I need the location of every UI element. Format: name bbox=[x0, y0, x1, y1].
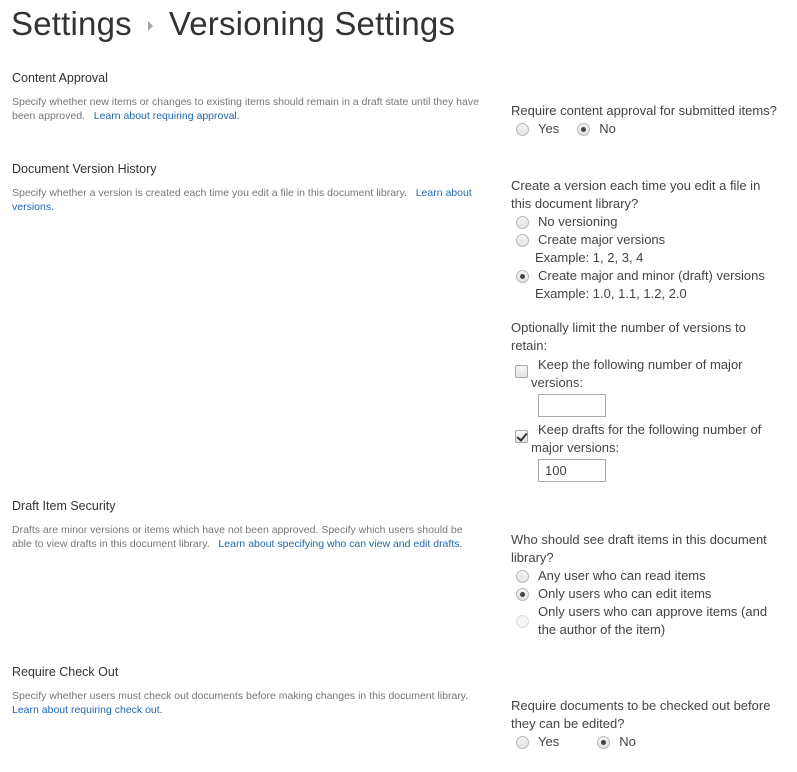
description-text: Specify whether users must check out doc… bbox=[12, 690, 469, 702]
learn-about-approval-link[interactable]: Learn about requiring approval. bbox=[94, 110, 240, 122]
check-out-options: Require documents to be checked out befo… bbox=[511, 697, 781, 751]
keep-drafts-label-line1: Keep drafts for the following number of bbox=[538, 422, 762, 437]
question-label: Require documents to be checked out befo… bbox=[511, 698, 771, 731]
description-text: Specify whether new items or changes to … bbox=[12, 96, 479, 122]
approvers-only-radio bbox=[516, 614, 529, 628]
option-label: No bbox=[619, 734, 636, 749]
learn-about-drafts-link[interactable]: Learn about specifying who can view and … bbox=[218, 538, 462, 550]
content-approval-options: Require content approval for submitted i… bbox=[511, 102, 791, 138]
keep-major-label-line1: Keep the following number of major bbox=[538, 357, 743, 372]
option-label: Only users who can approve items (and th… bbox=[538, 604, 768, 637]
major-minor-versions-option[interactable]: Create major and minor (draft) versions bbox=[511, 267, 781, 285]
approval-yes-radio[interactable] bbox=[516, 122, 529, 136]
triangle-right-icon bbox=[147, 21, 153, 31]
section-description: Specify whether users must check out doc… bbox=[12, 689, 482, 717]
example-text: Example: 1.0, 1.1, 1.2, 2.0 bbox=[535, 286, 687, 301]
limit-question-label: Optionally limit the number of versions … bbox=[511, 320, 746, 353]
keep-drafts-checkbox[interactable] bbox=[515, 430, 528, 443]
any-reader-radio[interactable] bbox=[516, 569, 529, 583]
no-versioning-radio[interactable] bbox=[516, 215, 529, 229]
major-versions-option[interactable]: Create major versions bbox=[511, 231, 781, 249]
description-text: Specify whether a version is created eac… bbox=[12, 187, 407, 199]
breadcrumb: Settings Versioning Settings bbox=[11, 2, 455, 46]
page-title: Versioning Settings bbox=[168, 5, 456, 42]
question-label: Require content approval for submitted i… bbox=[511, 103, 777, 118]
keep-major-count-input[interactable] bbox=[538, 394, 606, 417]
section-title: Content Approval bbox=[12, 71, 108, 85]
section-title: Draft Item Security bbox=[12, 499, 116, 513]
version-history-section: Document Version History Specify whether… bbox=[12, 161, 482, 214]
option-label: No bbox=[599, 121, 616, 136]
approval-yes-option[interactable]: Yes bbox=[511, 120, 559, 138]
major-minor-versions-radio[interactable] bbox=[516, 269, 529, 283]
option-label: Yes bbox=[538, 121, 560, 136]
section-description: Specify whether a version is created eac… bbox=[12, 186, 482, 214]
section-title: Require Check Out bbox=[12, 665, 119, 679]
check-out-section: Require Check Out Specify whether users … bbox=[12, 664, 482, 717]
keep-major-checkbox[interactable] bbox=[515, 365, 528, 378]
editors-only-radio[interactable] bbox=[516, 587, 529, 601]
keep-drafts-label-line2: major versions: bbox=[531, 440, 620, 455]
option-label: Yes bbox=[538, 734, 560, 749]
example-text: Example: 1, 2, 3, 4 bbox=[535, 250, 644, 265]
any-reader-option[interactable]: Any user who can read items bbox=[511, 567, 773, 585]
approval-no-radio[interactable] bbox=[577, 122, 591, 136]
option-label: Any user who can read items bbox=[538, 568, 706, 583]
keep-drafts-block: Keep drafts for the following number of … bbox=[511, 421, 781, 482]
checkout-yes-radio[interactable] bbox=[516, 735, 529, 749]
question-label: Who should see draft items in this docum… bbox=[511, 532, 767, 565]
approval-no-option[interactable]: No bbox=[572, 120, 616, 138]
option-label: Only users who can edit items bbox=[538, 586, 712, 601]
no-versioning-option[interactable]: No versioning bbox=[511, 213, 781, 231]
question-label: Create a version each time you edit a fi… bbox=[511, 178, 761, 211]
checkout-yes-option[interactable]: Yes bbox=[511, 733, 559, 751]
version-history-options: Create a version each time you edit a fi… bbox=[511, 177, 781, 482]
editors-only-option[interactable]: Only users who can edit items bbox=[511, 585, 773, 603]
section-title: Document Version History bbox=[12, 162, 157, 176]
major-versions-radio[interactable] bbox=[516, 233, 529, 247]
keep-major-block: Keep the following number of major versi… bbox=[511, 356, 781, 417]
checkout-no-option[interactable]: No bbox=[592, 733, 636, 751]
breadcrumb-settings-link[interactable]: Settings bbox=[11, 5, 132, 43]
draft-security-options: Who should see draft items in this docum… bbox=[511, 531, 773, 639]
option-label: Create major and minor (draft) versions bbox=[538, 268, 765, 283]
approval-radio-group: Yes No bbox=[511, 120, 791, 138]
checkout-no-radio[interactable] bbox=[597, 735, 611, 749]
draft-security-section: Draft Item Security Drafts are minor ver… bbox=[12, 498, 482, 551]
content-approval-section: Content Approval Specify whether new ite… bbox=[12, 70, 482, 123]
section-description: Specify whether new items or changes to … bbox=[12, 95, 482, 123]
learn-about-check-out-link[interactable]: Learn about requiring check out. bbox=[12, 704, 163, 716]
keep-drafts-count-input[interactable] bbox=[538, 459, 606, 482]
keep-major-label-line2: versions: bbox=[531, 375, 584, 390]
versioning-settings-page: Settings Versioning Settings Content App… bbox=[0, 0, 797, 772]
option-label: Create major versions bbox=[538, 232, 666, 247]
option-label: No versioning bbox=[538, 214, 618, 229]
section-description: Drafts are minor versions or items which… bbox=[12, 523, 482, 551]
checkout-radio-group: Yes No bbox=[511, 733, 781, 751]
approvers-only-option: Only users who can approve items (and th… bbox=[511, 603, 773, 639]
